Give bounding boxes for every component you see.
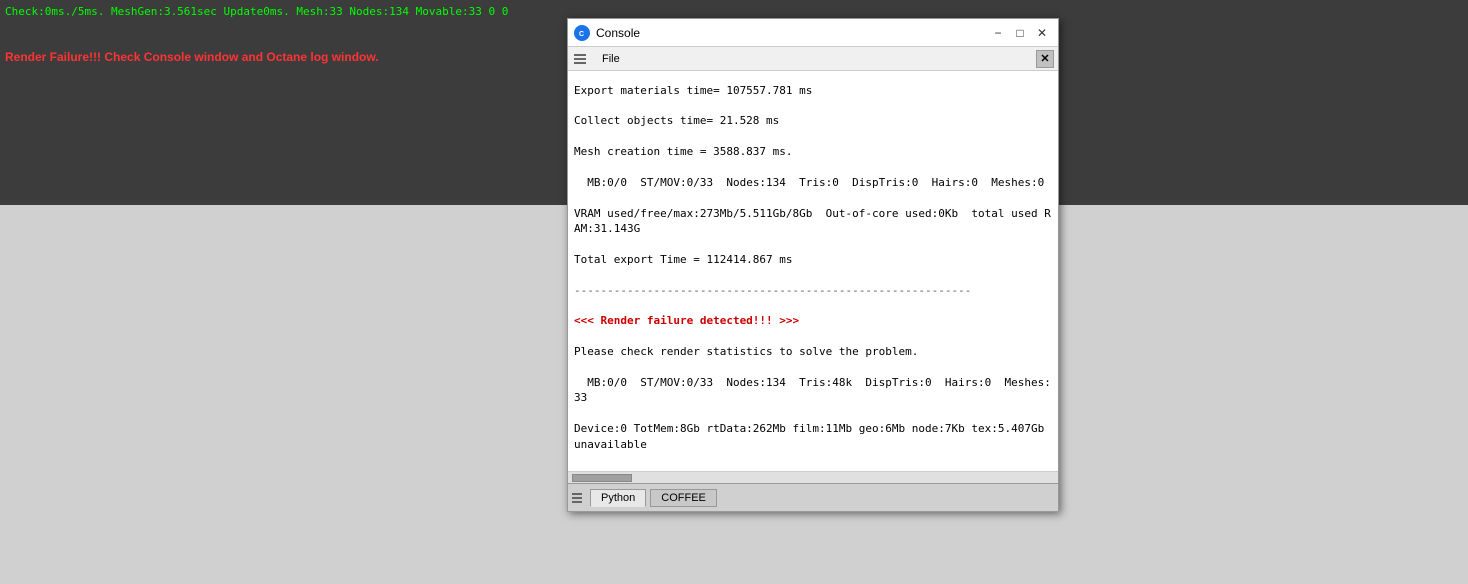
- tab-grip-icon: [572, 493, 582, 503]
- console-tabs: Python COFFEE: [568, 483, 1058, 511]
- console-app-icon: C: [574, 25, 590, 41]
- minimize-button[interactable]: −: [988, 25, 1008, 41]
- hscroll-thumb[interactable]: [572, 474, 632, 482]
- render-failure-text: Render Failure!!! Check Console window a…: [5, 50, 379, 64]
- console-line-30: Device:0 TotMem:8Gb rtData:262Mb film:11…: [574, 421, 1052, 452]
- console-line-24: VRAM used/free/max:273Mb/5.511Gb/8Gb Out…: [574, 206, 1052, 237]
- console-menubar: File ✕: [568, 47, 1058, 71]
- file-menu[interactable]: File: [594, 52, 628, 66]
- console-window: C Console − □ ✕ File ✕ Octane Render for…: [567, 18, 1059, 512]
- console-title-left: C Console: [574, 25, 640, 41]
- console-titlebar: C Console − □ ✕: [568, 19, 1058, 47]
- menu-close-button[interactable]: ✕: [1036, 50, 1054, 68]
- console-line-20: Export materials time= 107557.781 ms: [574, 83, 1052, 98]
- titlebar-buttons: − □ ✕: [988, 25, 1052, 41]
- console-line-28: Please check render statistics to solve …: [574, 344, 1052, 359]
- svg-text:C: C: [579, 31, 584, 38]
- console-line-22: Mesh creation time = 3588.837 ms.: [574, 144, 1052, 159]
- console-line-23: MB:0/0 ST/MOV:0/33 Nodes:134 Tris:0 Disp…: [574, 175, 1052, 190]
- console-line-29: MB:0/0 ST/MOV:0/33 Nodes:134 Tris:48k Di…: [574, 375, 1052, 406]
- console-title: Console: [596, 26, 640, 40]
- console-content-area[interactable]: Octane Render for Cinema 4D 3.07-R1 buil…: [568, 71, 1058, 471]
- console-line-21: Collect objects time= 21.528 ms: [574, 113, 1052, 128]
- maximize-button[interactable]: □: [1010, 25, 1030, 41]
- console-line-27: <<< Render failure detected!!! >>>: [574, 313, 1052, 328]
- status-bar: Check:0ms./5ms. MeshGen:3.561sec Update0…: [5, 5, 508, 18]
- menu-grip-icon: [572, 52, 588, 66]
- console-line-25: Total export Time = 112414.867 ms: [574, 252, 1052, 267]
- horizontal-scrollbar[interactable]: [568, 471, 1058, 483]
- close-button[interactable]: ✕: [1032, 25, 1052, 41]
- coffee-tab[interactable]: COFFEE: [650, 489, 717, 507]
- python-tab[interactable]: Python: [590, 489, 646, 507]
- console-line-26: ----------------------------------------…: [574, 283, 1052, 298]
